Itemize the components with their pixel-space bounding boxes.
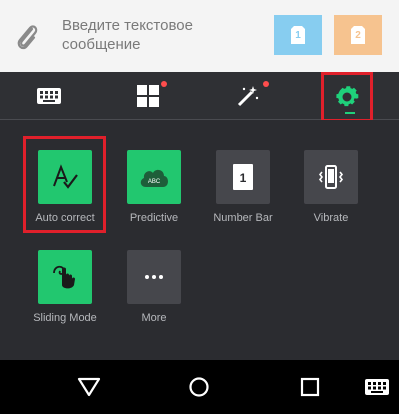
keyboard-tab[interactable] <box>19 72 79 119</box>
tile-label: More <box>141 312 167 324</box>
more-dots-icon <box>127 250 181 304</box>
sliding-mode-toggle[interactable]: Sliding Mode <box>20 250 110 324</box>
predictive-toggle[interactable]: ABC Predictive <box>109 150 199 224</box>
back-button[interactable] <box>74 372 104 402</box>
vibrate-phone-icon <box>304 150 358 204</box>
keyboard-switch-button[interactable] <box>362 372 392 402</box>
notification-dot <box>161 81 167 87</box>
sim2-send-button[interactable]: 2 <box>334 15 382 55</box>
tile-label: Number Bar <box>213 212 273 224</box>
active-tab-indicator <box>345 112 355 114</box>
sim2-label: 2 <box>355 29 361 41</box>
number-bar-icon: 1 <box>216 150 270 204</box>
sim1-label: 1 <box>295 29 301 41</box>
grid-tab[interactable] <box>118 72 178 119</box>
vibrate-toggle[interactable]: Vibrate <box>286 150 376 224</box>
message-input[interactable]: Введите текстовое сообщение <box>62 16 262 54</box>
predictive-icon-text: ABC <box>148 179 161 185</box>
grid-icon <box>137 84 159 107</box>
sim1-send-button[interactable]: 1 <box>274 15 322 55</box>
keyboard-icon <box>365 379 389 395</box>
keyboard-icon <box>37 87 61 104</box>
recents-button[interactable] <box>295 372 325 402</box>
home-circle-icon <box>189 377 209 397</box>
number-bar-toggle[interactable]: 1 Number Bar <box>198 150 288 224</box>
sliding-hand-icon <box>38 250 92 304</box>
notification-dot <box>263 81 269 87</box>
highlight-box <box>23 136 106 233</box>
keyboard-toolbar <box>0 72 399 122</box>
tile-label: Predictive <box>129 212 179 224</box>
tile-label: Sliding Mode <box>33 312 97 324</box>
navigation-bar <box>0 360 399 414</box>
back-triangle-icon <box>77 377 101 397</box>
predictive-cloud-icon: ABC <box>127 150 181 204</box>
more-button[interactable]: More <box>109 250 199 324</box>
gear-icon <box>336 86 359 107</box>
settings-tab[interactable] <box>321 72 373 122</box>
message-bar: Введите текстовое сообщение 1 2 <box>0 0 399 72</box>
recents-square-icon <box>300 377 320 397</box>
tile-label: Vibrate <box>313 212 349 224</box>
paperclip-icon[interactable] <box>14 22 40 52</box>
magic-wand-icon <box>237 85 259 106</box>
home-button[interactable] <box>184 372 214 402</box>
magic-tab[interactable] <box>218 72 278 119</box>
number-bar-icon-text: 1 <box>240 171 247 185</box>
